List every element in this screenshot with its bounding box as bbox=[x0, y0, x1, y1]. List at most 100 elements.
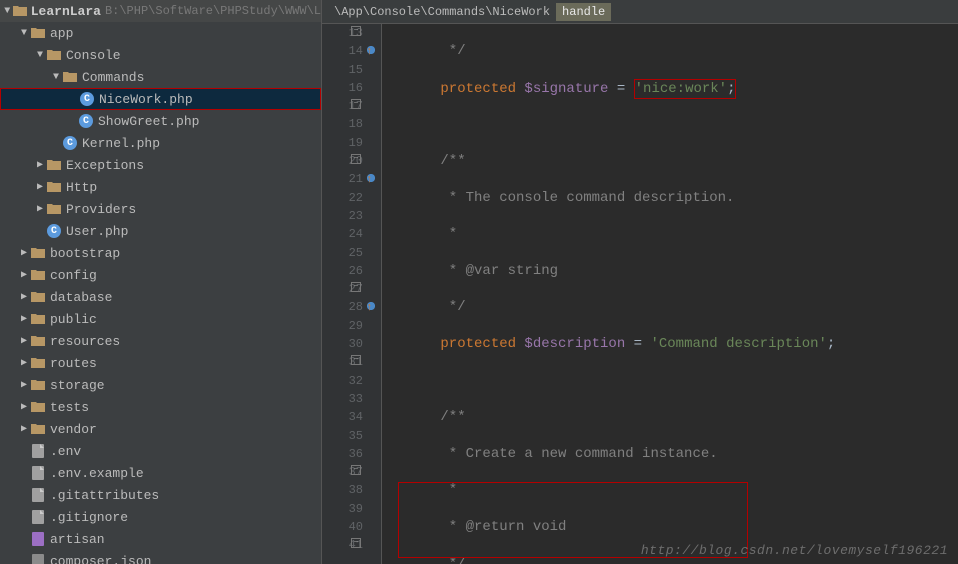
chevron-down-icon: ▼ bbox=[2, 6, 13, 17]
json-file-icon bbox=[30, 553, 46, 564]
folder-icon bbox=[13, 3, 27, 19]
tree-item-composer[interactable]: composer.json bbox=[0, 550, 321, 564]
line-number: 33 bbox=[349, 392, 363, 406]
line-number: 19 bbox=[349, 136, 363, 150]
folder-icon bbox=[30, 245, 46, 261]
tree-item-providers[interactable]: ▶ Providers bbox=[0, 198, 321, 220]
tree-item-storage[interactable]: ▶storage bbox=[0, 374, 321, 396]
tree-item-gitignore[interactable]: .gitignore bbox=[0, 506, 321, 528]
tree-label: .gitignore bbox=[50, 510, 128, 525]
folder-icon bbox=[30, 333, 46, 349]
class-file-icon: C bbox=[46, 223, 62, 239]
chevron-right-icon: ▶ bbox=[34, 181, 46, 193]
code-token: protected bbox=[390, 81, 524, 97]
chevron-right-icon: ▶ bbox=[18, 423, 30, 435]
ide-root: ▼ LearnLara B:\PHP\SoftWare\PHPStudy\WWW… bbox=[0, 0, 958, 564]
tree-item-routes[interactable]: ▶routes bbox=[0, 352, 321, 374]
tree-label: NiceWork.php bbox=[99, 92, 193, 107]
tree-item-app[interactable]: ▼app bbox=[0, 22, 321, 44]
tree-item-exceptions[interactable]: ▶Exceptions bbox=[0, 154, 321, 176]
fold-icon[interactable]: − bbox=[351, 99, 361, 109]
chevron-right-icon: ▶ bbox=[34, 159, 46, 171]
tree-item-console[interactable]: ▼Console bbox=[0, 44, 321, 66]
tree-label: Console bbox=[66, 48, 121, 63]
fold-icon[interactable]: − bbox=[351, 282, 361, 292]
code-token: = bbox=[625, 336, 650, 352]
chevron-right-icon: ▶ bbox=[34, 203, 46, 215]
override-up-icon[interactable] bbox=[364, 299, 378, 313]
code-token: * @return void bbox=[390, 519, 566, 535]
fold-icon[interactable]: − bbox=[351, 465, 361, 475]
tree-item-database[interactable]: ▶database bbox=[0, 286, 321, 308]
fold-icon[interactable]: − bbox=[351, 154, 361, 164]
fold-icon[interactable]: − bbox=[351, 355, 361, 365]
folder-icon bbox=[46, 179, 62, 195]
fold-icon[interactable]: − bbox=[351, 26, 361, 36]
tree-label: config bbox=[50, 268, 97, 283]
tree-item-http[interactable]: ▶ Http bbox=[0, 176, 321, 198]
class-file-icon: C bbox=[62, 135, 78, 151]
tree-label: Providers bbox=[66, 202, 136, 217]
folder-icon bbox=[30, 25, 46, 41]
tree-label: .gitattributes bbox=[50, 488, 159, 503]
tree-item-vendor[interactable]: ▶ vendor bbox=[0, 418, 321, 440]
watermark-text: http://blog.csdn.net/lovemyself196221 bbox=[641, 543, 948, 558]
line-number: 24 bbox=[349, 227, 363, 241]
tree-item-resources[interactable]: ▶resources bbox=[0, 330, 321, 352]
line-number: 23 bbox=[349, 209, 363, 223]
line-number-gutter[interactable]: 13− 14 15 16 17− 18 19 20− 21 22 23 24 2… bbox=[322, 24, 382, 564]
line-number: 18 bbox=[349, 117, 363, 131]
tree-label: bootstrap bbox=[50, 246, 120, 261]
project-path: B:\PHP\SoftWare\PHPStudy\WWW\L bbox=[105, 4, 321, 18]
tree-item-config[interactable]: ▶ config bbox=[0, 264, 321, 286]
chevron-right-icon: ▶ bbox=[18, 269, 30, 281]
breadcrumb-path[interactable]: \App\Console\Commands\NiceWork bbox=[328, 3, 556, 21]
tree-item-bootstrap[interactable]: ▶bootstrap bbox=[0, 242, 321, 264]
tree-item-user[interactable]: CUser.php bbox=[0, 220, 321, 242]
code-token: */ bbox=[390, 43, 466, 59]
line-number: 16 bbox=[349, 81, 363, 95]
tree-label: composer.json bbox=[50, 554, 151, 564]
line-number: 22 bbox=[349, 191, 363, 205]
tree-item-tests[interactable]: ▶tests bbox=[0, 396, 321, 418]
code-token: protected bbox=[390, 336, 524, 352]
tree-item-showgreet[interactable]: C ShowGreet.php bbox=[0, 110, 321, 132]
tree-item-artisan[interactable]: artisan bbox=[0, 528, 321, 550]
project-tree[interactable]: ▼ LearnLara B:\PHP\SoftWare\PHPStudy\WWW… bbox=[0, 0, 322, 564]
breadcrumb-bar[interactable]: \App\Console\Commands\NiceWork handle bbox=[322, 0, 958, 24]
project-root-row[interactable]: ▼ LearnLara B:\PHP\SoftWare\PHPStudy\WWW… bbox=[0, 0, 321, 22]
breadcrumb-function[interactable]: handle bbox=[556, 3, 611, 21]
chevron-right-icon: ▶ bbox=[18, 291, 30, 303]
tree-label: artisan bbox=[50, 532, 105, 547]
chevron-right-icon: ▶ bbox=[18, 335, 30, 347]
code-area[interactable]: 13− 14 15 16 17− 18 19 20− 21 22 23 24 2… bbox=[322, 24, 958, 564]
code-token: /** bbox=[390, 153, 466, 169]
line-number: 36 bbox=[349, 447, 363, 461]
code-token: $signature bbox=[524, 81, 608, 97]
tree-item-commands[interactable]: ▼Commands bbox=[0, 66, 321, 88]
tree-label: Http bbox=[66, 180, 97, 195]
line-number: 39 bbox=[349, 502, 363, 516]
override-up-icon[interactable] bbox=[364, 171, 378, 185]
class-file-icon: C bbox=[78, 113, 94, 129]
line-number: 26 bbox=[349, 264, 363, 278]
code-token: 'nice:work' bbox=[635, 81, 727, 97]
tree-item-kernel[interactable]: CKernel.php bbox=[0, 132, 321, 154]
code-token: * The console command description. bbox=[390, 190, 734, 206]
tree-item-gitattributes[interactable]: .gitattributes bbox=[0, 484, 321, 506]
tree-label: .env.example bbox=[50, 466, 144, 481]
fold-icon[interactable]: − bbox=[351, 538, 361, 548]
tree-item-nicework[interactable]: CNiceWork.php bbox=[0, 88, 321, 110]
tree-item-public[interactable]: ▶public bbox=[0, 308, 321, 330]
tree-label: app bbox=[50, 26, 73, 41]
tree-label: vendor bbox=[50, 422, 97, 437]
tree-item-envexample[interactable]: .env.example bbox=[0, 462, 321, 484]
code-token: /** bbox=[390, 409, 466, 425]
override-up-icon[interactable] bbox=[364, 43, 378, 57]
code-content[interactable]: */ protected $signature = 'nice:work'; /… bbox=[382, 24, 958, 564]
tree-label: Commands bbox=[82, 70, 144, 85]
line-number: 28 bbox=[349, 300, 363, 314]
chevron-right-icon: ▶ bbox=[18, 401, 30, 413]
tree-label: ShowGreet.php bbox=[98, 114, 199, 129]
tree-item-env[interactable]: .env bbox=[0, 440, 321, 462]
